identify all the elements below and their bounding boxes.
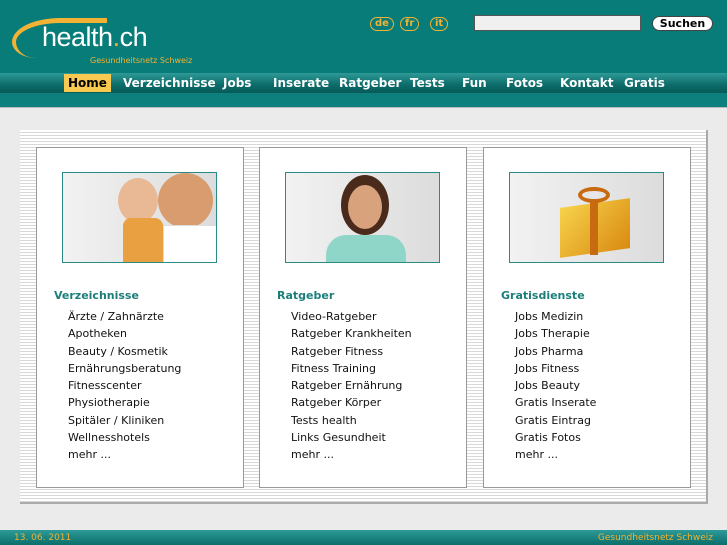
link-tests-health[interactable]: Tests health xyxy=(291,412,412,429)
logo-tagline: Gesundheitsnetz Schweiz xyxy=(90,56,193,65)
search-input[interactable] xyxy=(474,15,641,31)
nav-ratgeber[interactable]: Ratgeber xyxy=(339,75,401,91)
link-ratgeber-fitness[interactable]: Ratgeber Fitness xyxy=(291,343,412,360)
lang-it[interactable]: it xyxy=(430,17,449,31)
nav-home[interactable]: Home xyxy=(64,74,111,92)
nav-jobs[interactable]: Jobs xyxy=(223,75,251,91)
link-ratgeber-ernaehrung[interactable]: Ratgeber Ernährung xyxy=(291,377,412,394)
search-button[interactable]: Suchen xyxy=(652,16,713,31)
link-video-ratgeber[interactable]: Video-Ratgeber xyxy=(291,308,412,325)
nav-verzeichnisse[interactable]: Verzeichnisse xyxy=(123,75,216,91)
nav-kontakt[interactable]: Kontakt xyxy=(560,75,613,91)
lang-de[interactable]: de xyxy=(370,17,394,31)
card-gratisdienste: Gratisdienste Jobs Medizin Jobs Therapie… xyxy=(483,147,691,488)
link-mehr[interactable]: mehr ... xyxy=(291,446,412,463)
nav-fotos[interactable]: Fotos xyxy=(506,75,543,91)
link-fitness-training[interactable]: Fitness Training xyxy=(291,360,412,377)
nav-gratis[interactable]: Gratis xyxy=(624,75,665,91)
card-title[interactable]: Gratisdienste xyxy=(501,289,585,302)
link-aerzte[interactable]: Ärzte / Zahnärzte xyxy=(68,308,181,325)
header: health.ch Gesundheitsnetz Schweiz de fr … xyxy=(0,0,727,73)
card-title[interactable]: Verzeichnisse xyxy=(54,289,139,302)
mother-baby-doctor-photo[interactable] xyxy=(62,172,217,263)
main-nav: Home Verzeichnisse Jobs Inserate Ratgebe… xyxy=(0,73,727,93)
link-jobs-medizin[interactable]: Jobs Medizin xyxy=(515,308,596,325)
card-ratgeber: Ratgeber Video-Ratgeber Ratgeber Krankhe… xyxy=(259,147,467,488)
link-gratis-fotos[interactable]: Gratis Fotos xyxy=(515,429,596,446)
link-mehr[interactable]: mehr ... xyxy=(515,446,596,463)
smiling-woman-photo[interactable] xyxy=(285,172,440,263)
logo[interactable]: health.ch Gesundheitsnetz Schweiz xyxy=(12,14,212,69)
nav-inserate[interactable]: Inserate xyxy=(273,75,329,91)
nav-fun[interactable]: Fun xyxy=(462,75,487,91)
lang-fr[interactable]: fr xyxy=(400,17,420,31)
gift-box-photo[interactable] xyxy=(509,172,664,263)
link-jobs-beauty[interactable]: Jobs Beauty xyxy=(515,377,596,394)
footer: 13. 06. 2011 Gesundheitsnetz Schweiz xyxy=(0,530,727,545)
link-ernaehrungsberatung[interactable]: Ernährungsberatung xyxy=(68,360,181,377)
link-jobs-pharma[interactable]: Jobs Pharma xyxy=(515,343,596,360)
link-links-gesundheit[interactable]: Links Gesundheit xyxy=(291,429,412,446)
link-wellnesshotels[interactable]: Wellnesshotels xyxy=(68,429,181,446)
card-title[interactable]: Ratgeber xyxy=(277,289,334,302)
link-jobs-therapie[interactable]: Jobs Therapie xyxy=(515,325,596,342)
link-ratgeber-koerper[interactable]: Ratgeber Körper xyxy=(291,394,412,411)
link-jobs-fitness[interactable]: Jobs Fitness xyxy=(515,360,596,377)
link-beauty[interactable]: Beauty / Kosmetik xyxy=(68,343,181,360)
nav-tests[interactable]: Tests xyxy=(410,75,445,91)
footer-tagline: Gesundheitsnetz Schweiz xyxy=(597,533,713,543)
link-gratis-inserate[interactable]: Gratis Inserate xyxy=(515,394,596,411)
logo-text: health.ch xyxy=(42,22,148,52)
link-spitaeler[interactable]: Spitäler / Kliniken xyxy=(68,412,181,429)
link-gratis-eintrag[interactable]: Gratis Eintrag xyxy=(515,412,596,429)
footer-date: 13. 06. 2011 xyxy=(14,533,72,543)
link-fitnesscenter[interactable]: Fitnesscenter xyxy=(68,377,181,394)
link-physiotherapie[interactable]: Physiotherapie xyxy=(68,394,181,411)
header-band xyxy=(0,93,727,108)
link-ratgeber-krankheiten[interactable]: Ratgeber Krankheiten xyxy=(291,325,412,342)
link-mehr[interactable]: mehr ... xyxy=(68,446,181,463)
link-apotheken[interactable]: Apotheken xyxy=(68,325,181,342)
card-verzeichnisse: Verzeichnisse Ärzte / Zahnärzte Apotheke… xyxy=(36,147,244,488)
